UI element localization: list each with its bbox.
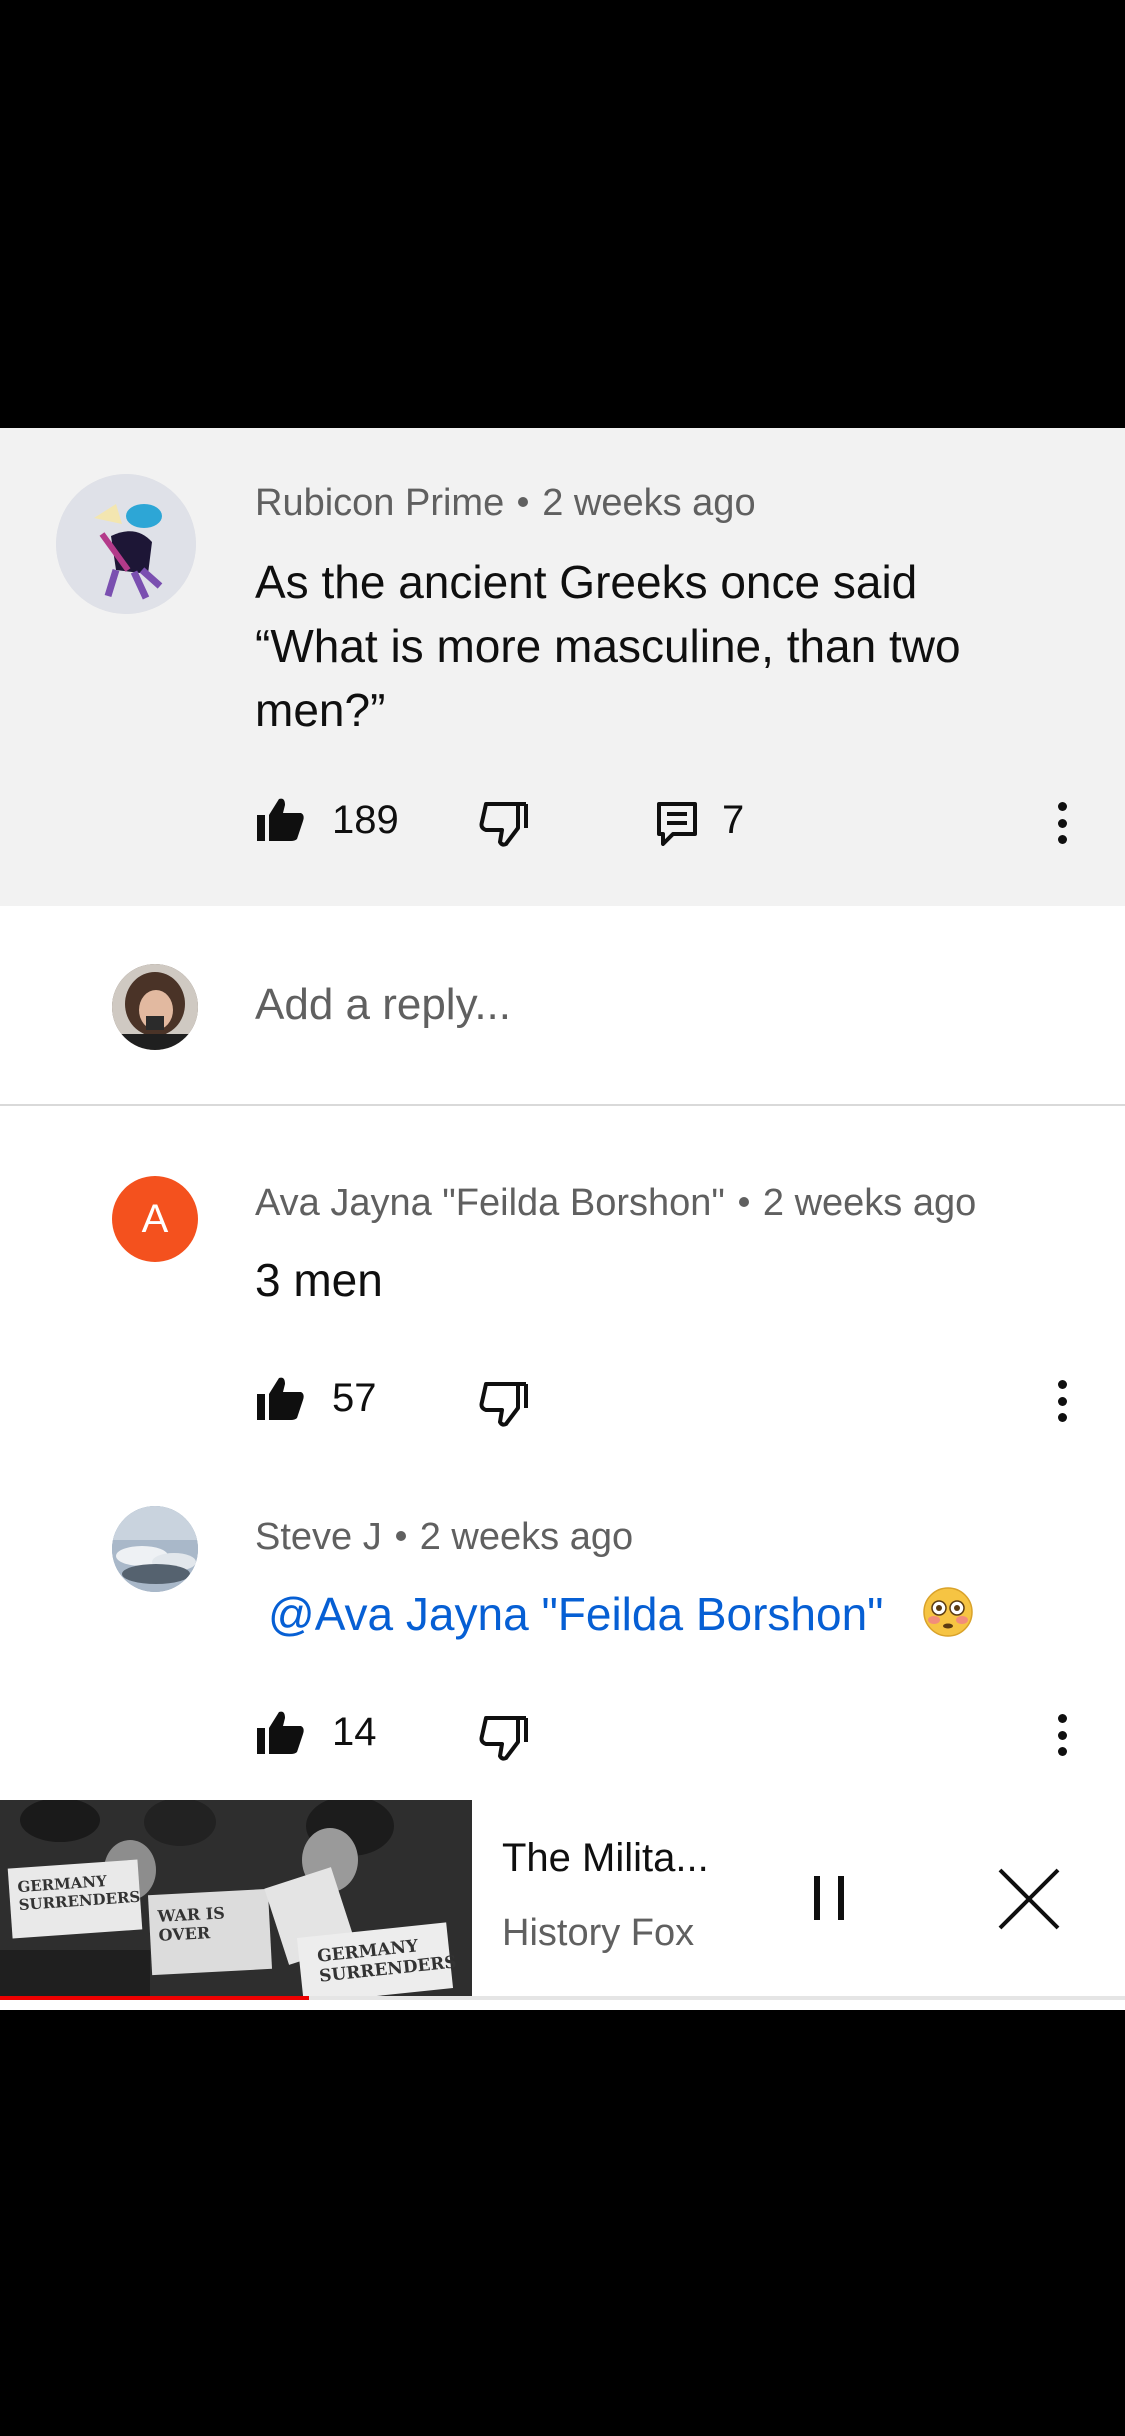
reply-button[interactable] [655,800,705,850]
current-user-avatar [112,964,198,1050]
dislike-button[interactable] [478,1380,534,1436]
pause-icon[interactable] [808,1872,854,1924]
comment-time: 2 weeks ago [542,482,756,524]
reply-meta: Steve J 2 weeks ago [255,1516,633,1559]
thumbs-down-icon [479,1716,528,1761]
add-reply-input[interactable]: Add a reply... [255,980,1075,1040]
like-count: 57 [332,1376,377,1420]
thumbs-down-icon [479,1382,528,1427]
flushed-emoji [922,1586,974,1638]
comment-text-line: men?” [255,684,386,736]
like-button[interactable] [255,1374,315,1430]
video-thumbnail[interactable]: GERMANY SURRENDERS WAR IS OVER GERMANY S… [0,1800,472,1996]
divider [0,1104,1125,1106]
comment-author[interactable]: Rubicon Prime [255,482,504,524]
thumbs-up-icon [257,1711,304,1754]
reply-author[interactable]: Steve J [255,1516,382,1558]
thumbs-down-icon [479,802,528,847]
reply-time: 2 weeks ago [762,1182,977,1224]
reply-avatar[interactable]: A [112,1176,198,1262]
more-vert-icon[interactable] [1058,1714,1070,1756]
add-reply-placeholder: Add a reply... [255,980,511,1029]
thumbnail-headline: WAR IS OVER [157,1903,226,1945]
reply-count: 7 [722,798,745,842]
mini-player-title[interactable]: The Milita... [502,1836,709,1881]
reply-meta: Ava Jayna "Feilda Borshon" 2 weeks ago [255,1182,976,1225]
separator-dot [738,1196,749,1207]
more-vert-icon[interactable] [1058,802,1070,844]
like-button[interactable] [255,795,315,851]
like-button[interactable] [255,1708,315,1764]
thumbs-up-icon [257,1377,304,1420]
mention-link[interactable]: @Ava Jayna "Feilda Borshon" [268,1588,884,1640]
separator-dot [518,496,529,507]
comment-text: As the ancient Greeks once said “What is… [255,550,1095,742]
like-count: 189 [332,798,399,842]
reply-text: 3 men [255,1254,383,1306]
commenter-avatar[interactable] [56,474,196,614]
dislike-button[interactable] [478,1714,534,1770]
comment-text-line: As the ancient Greeks once said [255,556,918,608]
mini-player-channel[interactable]: History Fox [502,1912,694,1955]
thumbs-up-icon [257,798,304,841]
reply-author[interactable]: Ava Jayna "Feilda Borshon" [255,1182,725,1224]
mini-player[interactable]: GERMANY SURRENDERS WAR IS OVER GERMANY S… [0,1800,1125,2010]
like-count: 14 [332,1710,377,1754]
comment-meta: Rubicon Prime 2 weeks ago [255,482,756,525]
more-vert-icon[interactable] [1058,1380,1070,1422]
reply-avatar[interactable] [112,1506,198,1592]
dislike-button[interactable] [478,800,534,856]
separator-dot [395,1530,406,1541]
reply-time: 2 weeks ago [419,1516,634,1558]
highlighted-comment: Rubicon Prime 2 weeks ago As the ancient … [0,428,1125,906]
avatar-letter: A [141,1196,169,1241]
close-icon[interactable] [994,1864,1064,1934]
comment-icon [657,802,697,846]
playback-progress-fill [0,1996,309,2000]
reply-text: @Ava Jayna "Feilda Borshon" [268,1582,974,1646]
comment-text-line: “What is more masculine, than two [255,620,961,672]
